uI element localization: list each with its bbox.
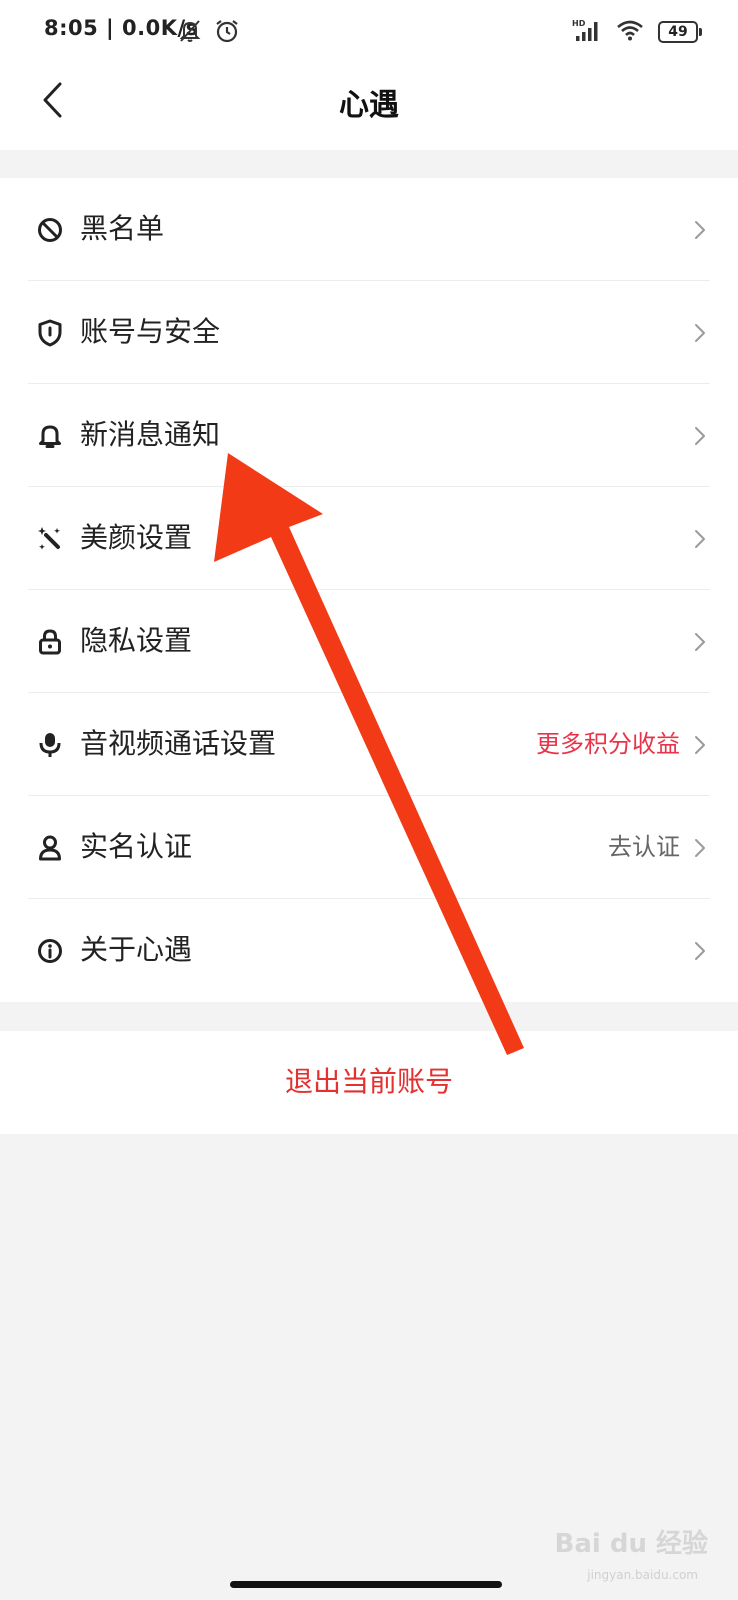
menu-item-label: 实名认证 (80, 830, 193, 863)
chevron-right-icon (695, 736, 705, 754)
status-right-icons: HD 49 (572, 18, 702, 46)
lock-icon (36, 628, 64, 656)
alarm-clock-icon (214, 18, 240, 48)
menu-item-av-call-settings[interactable]: 音视频通话设置 更多积分收益 (0, 693, 738, 796)
more-points-link[interactable]: 更多积分收益 (536, 727, 680, 761)
watermark-subtext: jingyan.baidu.com (587, 1568, 698, 1582)
chevron-right-icon (695, 942, 705, 960)
menu-item-notifications[interactable]: 新消息通知 (0, 384, 738, 487)
watermark-logo: Bai du 经验 (554, 1529, 709, 1559)
menu-item-beauty[interactable]: 美颜设置 (0, 487, 738, 590)
block-icon (36, 216, 64, 244)
menu-item-blacklist[interactable]: 黑名单 (0, 178, 738, 281)
chevron-right-icon (695, 221, 705, 239)
menu-item-label: 新消息通知 (80, 418, 221, 451)
person-icon (36, 834, 64, 862)
bell-icon (36, 422, 64, 450)
menu-item-label: 关于心遇 (80, 933, 193, 966)
chevron-right-icon (695, 839, 705, 857)
battery-icon: 49 (658, 21, 702, 43)
logout-button[interactable]: 退出当前账号 (0, 1031, 738, 1134)
microphone-icon (36, 731, 64, 759)
page-title: 心遇 (339, 88, 399, 123)
menu-item-label: 账号与安全 (80, 315, 221, 348)
menu-item-label: 美颜设置 (80, 521, 193, 554)
chevron-right-icon (695, 530, 705, 548)
status-bar: 8:05 | 0.0K/s HD 49 (0, 0, 738, 64)
status-left-icons (178, 18, 240, 48)
logout-label: 退出当前账号 (284, 1065, 453, 1098)
shield-icon (36, 319, 64, 347)
header: 心遇 (0, 64, 738, 150)
menu-item-label: 隐私设置 (80, 624, 193, 657)
wifi-icon (616, 19, 644, 45)
menu-item-about[interactable]: 关于心遇 (0, 899, 738, 1002)
info-icon (36, 937, 64, 965)
menu-item-real-name-verification[interactable]: 实名认证 去认证 (0, 796, 738, 899)
chevron-right-icon (695, 324, 705, 342)
status-time: 8:05 | 0.0K/s (44, 16, 199, 40)
notification-muted-icon (178, 18, 202, 48)
verify-link[interactable]: 去认证 (608, 830, 680, 864)
network-badge: HD (572, 19, 586, 28)
menu-item-account-security[interactable]: 账号与安全 (0, 281, 738, 384)
menu-item-privacy[interactable]: 隐私设置 (0, 590, 738, 693)
signal-icon: HD (572, 18, 602, 46)
menu-item-label: 音视频通话设置 (80, 727, 277, 760)
menu-item-label: 黑名单 (80, 212, 165, 245)
settings-menu: 黑名单 账号与安全 新消息通知 美颜设置 隐私设置 音视频通话设置 更多积分收益… (0, 178, 738, 1002)
beauty-wand-icon (36, 525, 64, 553)
chevron-right-icon (695, 427, 705, 445)
home-indicator (230, 1581, 502, 1588)
battery-level: 49 (668, 24, 688, 40)
chevron-right-icon (695, 633, 705, 651)
